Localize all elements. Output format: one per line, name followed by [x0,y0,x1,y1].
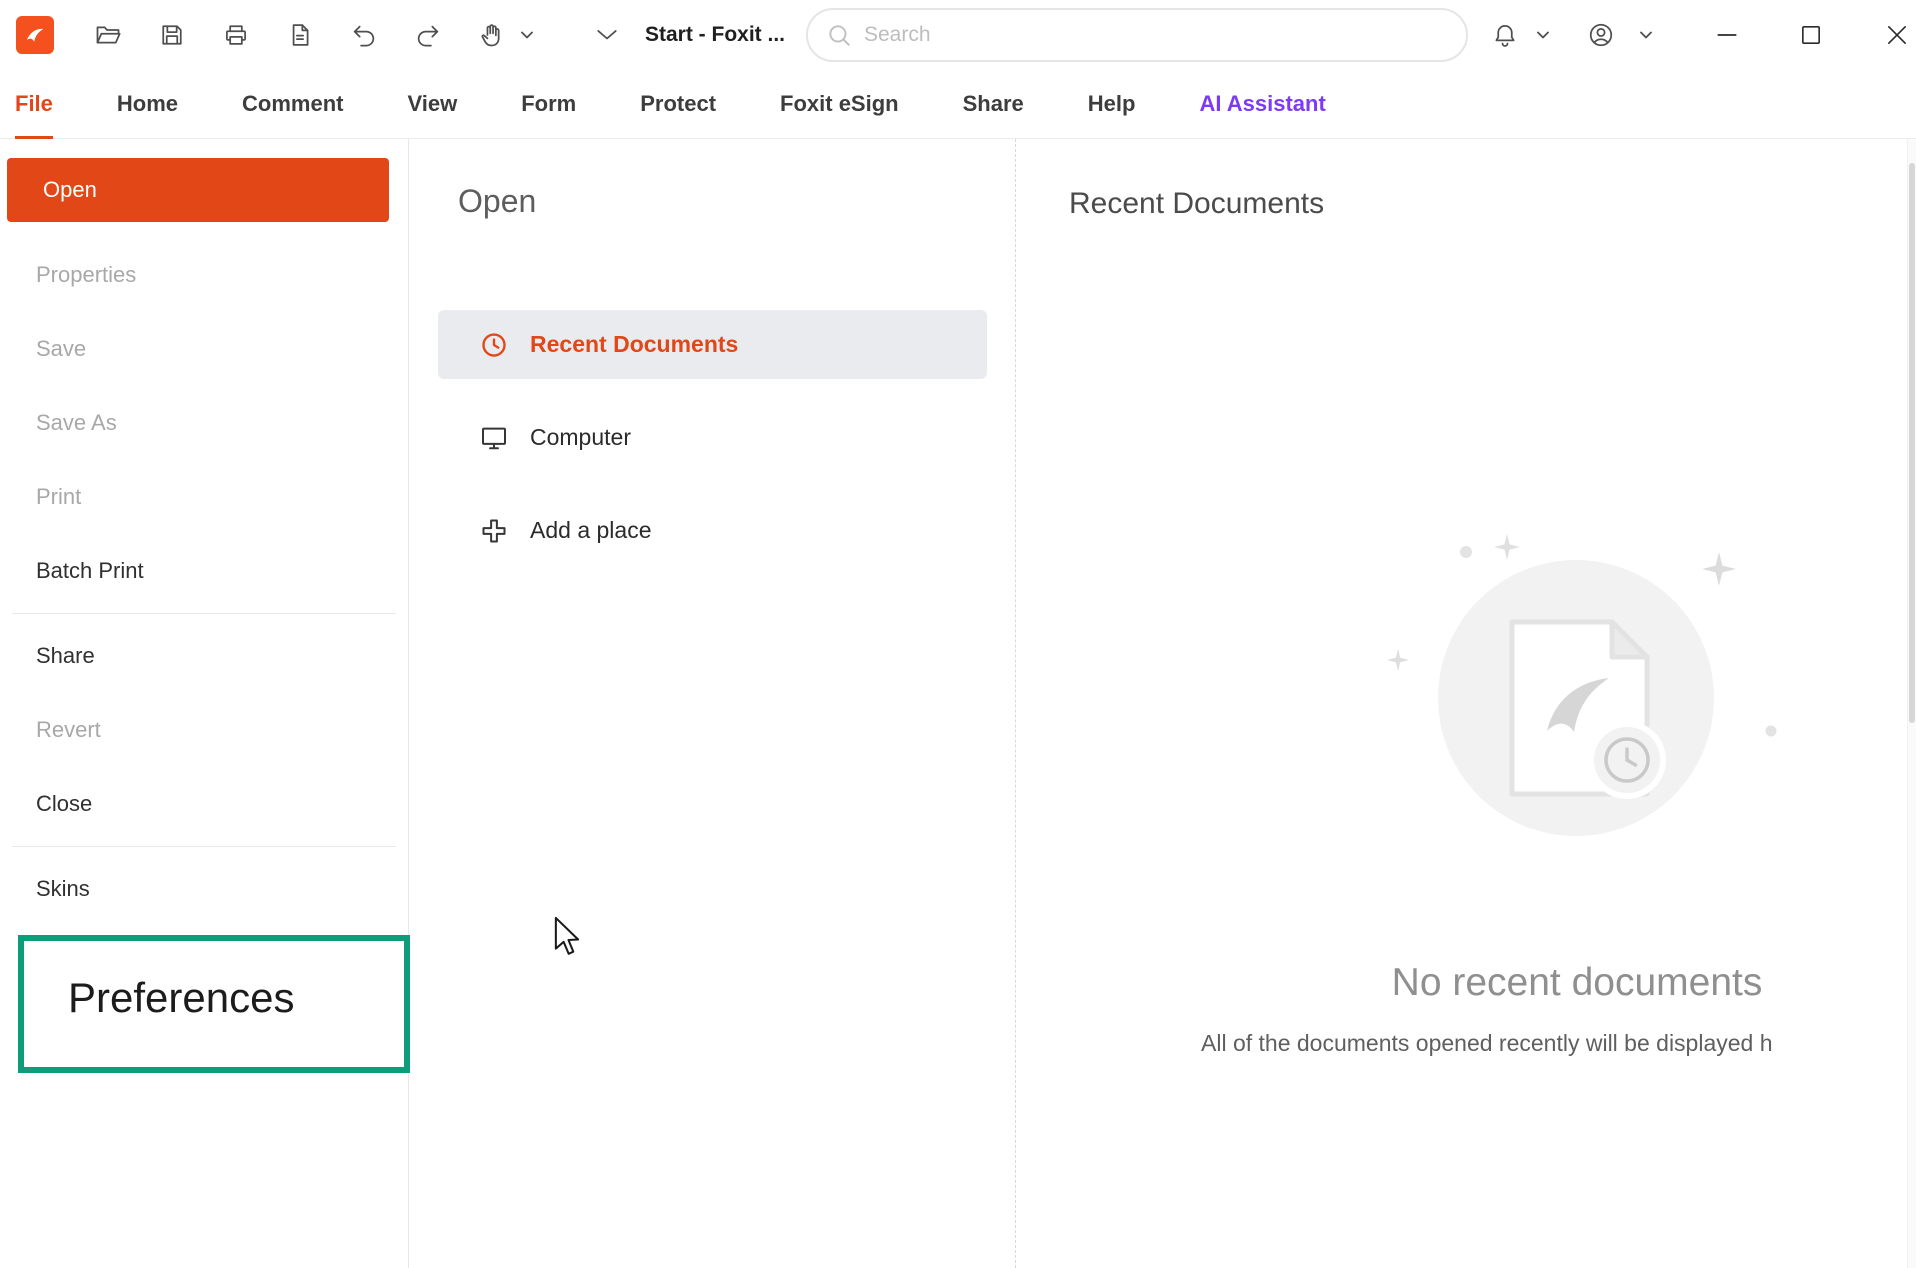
menu-file[interactable]: File [15,70,53,139]
redo-icon[interactable] [413,20,443,50]
place-list: Recent Documents Computer Add a place [438,310,987,565]
foxit-app-window: Start - Foxit ... File [0,0,1916,1268]
empty-state-subtitle: All of the documents opened recently wil… [1201,1030,1773,1057]
place-label: Recent Documents [530,331,738,358]
sidebar-item-skins[interactable]: Skins [0,852,408,926]
search-icon [826,22,852,48]
sidebar-item-print: Print [0,460,408,534]
foxit-logo[interactable] [16,16,54,54]
sidebar-item-close[interactable]: Close [0,767,408,841]
menu-view[interactable]: View [407,70,457,139]
close-button[interactable] [1882,20,1912,50]
sidebar-item-properties: Properties [0,238,408,312]
sidebar-item-open[interactable]: Open [7,158,389,222]
place-add-a-place[interactable]: Add a place [438,496,987,565]
save-icon[interactable] [157,20,187,50]
account-icon[interactable] [1586,20,1616,50]
menu-foxit-esign[interactable]: Foxit eSign [780,70,899,139]
sidebar-item-list: Properties Save Save As Print Batch Prin… [0,238,408,1053]
sidebar-item-revert: Revert [0,693,408,767]
collapse-toolbar-icon[interactable] [592,20,622,50]
search-input[interactable] [864,23,1448,47]
menu-ai-assistant[interactable]: AI Assistant [1199,70,1325,139]
menu-comment[interactable]: Comment [242,70,343,139]
place-label: Add a place [530,517,651,544]
sidebar-divider [12,846,396,847]
empty-state-illustration [1316,419,1836,904]
notifications-dropdown-caret[interactable] [1537,31,1549,39]
undo-icon[interactable] [349,20,379,50]
account-dropdown-caret[interactable] [1640,31,1652,39]
clock-icon [478,329,510,361]
sidebar-item-save-as: Save As [0,386,408,460]
open-folder-icon[interactable] [93,20,123,50]
titlebar: Start - Foxit ... [0,0,1916,70]
sidebar-divider [12,613,396,614]
sidebar-item-save: Save [0,312,408,386]
menu-help[interactable]: Help [1088,70,1136,139]
convert-document-icon[interactable] [285,20,315,50]
hand-tool-icon[interactable] [477,20,507,50]
notifications-bell-icon[interactable] [1490,20,1520,50]
recent-documents-heading: Recent Documents [1069,187,1324,221]
place-computer[interactable]: Computer [438,403,987,472]
menu-share[interactable]: Share [963,70,1024,139]
foxit-logo-glyph [22,22,48,48]
recent-documents-panel: Recent Documents No recent d [1016,139,1916,1268]
file-menu-sidebar: Open Properties Save Save As Print Batch… [0,139,409,1268]
menubar: File Home Comment View Form Protect Foxi… [0,70,1916,139]
window-title: Start - Foxit ... [645,0,785,70]
menu-form[interactable]: Form [521,70,576,139]
open-panel: Open Recent Documents Computer [409,139,1016,1268]
print-icon[interactable] [221,20,251,50]
scrollbar-thumb[interactable] [1909,163,1915,723]
place-recent-documents[interactable]: Recent Documents [438,310,987,379]
computer-icon [478,422,510,454]
mouse-cursor [554,916,580,957]
file-backstage: Open Properties Save Save As Print Batch… [0,139,1916,1268]
maximize-button[interactable] [1796,20,1826,50]
open-panel-heading: Open [458,183,1015,220]
empty-state-title: No recent documents [1392,961,1763,1005]
sidebar-item-preferences[interactable]: Preferences [0,943,408,1053]
sidebar-item-share[interactable]: Share [0,619,408,693]
sidebar-item-batch-print[interactable]: Batch Print [0,534,408,608]
plus-icon [478,515,510,547]
menu-protect[interactable]: Protect [640,70,716,139]
vertical-scrollbar[interactable] [1907,139,1916,1268]
quick-access-toolbar [93,0,533,70]
place-label: Computer [530,424,631,451]
search-box[interactable] [806,8,1468,62]
hand-tool-dropdown-caret[interactable] [521,31,533,39]
menu-home[interactable]: Home [117,70,178,139]
minimize-button[interactable] [1712,20,1742,50]
